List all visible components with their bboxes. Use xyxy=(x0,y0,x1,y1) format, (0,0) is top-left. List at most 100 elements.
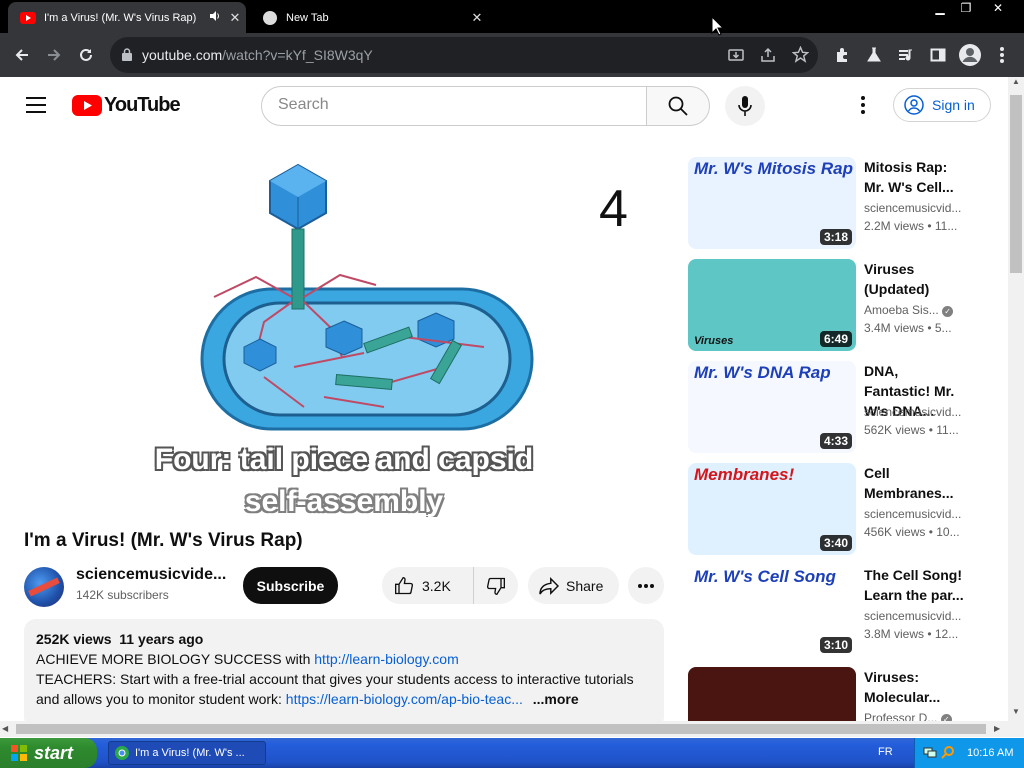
video-player[interactable]: 4 Four: tail piece and capsid self-assem… xyxy=(24,157,664,517)
upload-age: 11 years ago xyxy=(119,631,204,647)
recommendation-item[interactable]: Mr. W's Cell Song 3:10 The Cell Song! Le… xyxy=(688,565,988,657)
channel-avatar[interactable] xyxy=(24,567,64,607)
recommendation-channel[interactable]: sciencemusicvid... xyxy=(864,201,964,215)
description-box[interactable]: 252K views 11 years ago ACHIEVE MORE BIO… xyxy=(24,619,664,721)
thumbnail-text: Mr. W's Cell Song xyxy=(694,567,836,586)
horizontal-scrollbar[interactable]: ◀ ▶ xyxy=(0,721,1024,737)
mouse-cursor-icon xyxy=(711,16,723,36)
restore-icon[interactable]: ❐ xyxy=(952,0,980,18)
url-host: youtube.com xyxy=(142,47,223,63)
recommendation-channel[interactable]: sciencemusicvid... xyxy=(864,507,964,521)
video-duration: 4:33 xyxy=(819,433,852,449)
channel-name: sciencemusicvid... xyxy=(864,405,962,419)
recommendation-thumbnail[interactable]: Mr. W's DNA Rap 4:33 xyxy=(688,361,856,453)
recommendation-item[interactable]: Viruses 6:49 Viruses (Updated) Amoeba Si… xyxy=(688,259,988,351)
extensions-icon[interactable] xyxy=(830,43,854,67)
chrome-icon xyxy=(115,746,129,760)
system-tray: 10:16 AM xyxy=(914,738,1024,768)
address-bar[interactable]: youtube.com/watch?v=kYf_SI8W3qY xyxy=(110,37,818,73)
channel-name: Amoeba Sis... xyxy=(864,303,939,317)
description-link[interactable]: http://learn-biology.com xyxy=(314,651,458,667)
lab-flask-icon[interactable] xyxy=(862,43,886,67)
recommendation-channel[interactable]: Professor D... ✓ xyxy=(864,711,964,721)
recommendation-title[interactable]: Viruses: Molecular... xyxy=(864,667,964,707)
thumbs-down-icon xyxy=(486,577,505,595)
like-button[interactable]: 3.2K xyxy=(382,567,474,604)
network-icon[interactable] xyxy=(923,745,937,762)
more-actions-button[interactable] xyxy=(628,567,664,604)
speaker-icon[interactable] xyxy=(206,10,224,25)
hamburger-menu-icon[interactable] xyxy=(26,97,46,118)
recommendation-item[interactable]: Mr. W's DNA Rap 4:33 DNA, Fantastic! Mr.… xyxy=(688,361,988,453)
search-input[interactable]: Search xyxy=(261,86,647,126)
description-line-3: and allows you to monitor student work: … xyxy=(36,689,652,709)
video-duration: 3:10 xyxy=(819,637,852,653)
scroll-left-icon[interactable]: ◀ xyxy=(2,721,8,737)
settings-more-icon[interactable] xyxy=(861,96,865,119)
recommendation-channel[interactable]: Amoeba Sis... ✓ xyxy=(864,303,964,317)
taskbar-item-browser[interactable]: I'm a Virus! (Mr. W's ... xyxy=(108,741,266,765)
close-window-icon[interactable]: ✕ xyxy=(984,0,1012,18)
horizontal-scroll-thumb[interactable] xyxy=(16,724,986,734)
description-text: ACHIEVE MORE BIOLOGY SUCCESS with xyxy=(36,651,315,667)
subscribe-button[interactable]: Subscribe xyxy=(243,567,338,604)
vertical-scrollbar[interactable]: ▲ ▼ xyxy=(1008,77,1024,721)
recommendation-title[interactable]: Viruses (Updated) xyxy=(864,259,964,299)
recommendation-title[interactable]: The Cell Song! Learn the par... xyxy=(864,565,964,605)
browser-tab-strip: I'm a Virus! (Mr. W's Virus Rap) ✕ New T… xyxy=(0,0,1024,33)
recommendation-thumbnail[interactable] xyxy=(688,667,856,721)
video-duration: 3:18 xyxy=(819,229,852,245)
scroll-right-icon[interactable]: ▶ xyxy=(994,721,1000,737)
search-button[interactable] xyxy=(646,86,710,126)
voice-search-button[interactable] xyxy=(725,86,765,126)
video-title: I'm a Virus! (Mr. W's Virus Rap) xyxy=(24,530,303,551)
description-link[interactable]: https://learn-biology.com/ap-bio-teac... xyxy=(286,691,523,707)
tab-active[interactable]: I'm a Virus! (Mr. W's Virus Rap) ✕ xyxy=(8,2,246,33)
tab-new-tab[interactable]: New Tab ✕ xyxy=(250,2,488,33)
thumbnail-text: Mr. W's Mitosis Rap xyxy=(694,159,853,178)
close-tab-icon[interactable]: ✕ xyxy=(224,10,246,26)
recommendation-thumbnail[interactable]: Mr. W's Cell Song 3:10 xyxy=(688,565,856,657)
search-tray-icon[interactable] xyxy=(941,745,955,762)
scroll-up-icon[interactable]: ▲ xyxy=(1008,77,1024,91)
vertical-scroll-thumb[interactable] xyxy=(1010,95,1022,273)
close-tab-icon[interactable]: ✕ xyxy=(466,10,488,26)
caption-line-1: Four: tail piece and capsid xyxy=(154,443,534,476)
recommendation-item[interactable]: Viruses: Molecular... Professor D... ✓ xyxy=(688,667,988,721)
profile-avatar-icon[interactable] xyxy=(958,43,982,67)
view-count: 252K views xyxy=(36,631,112,647)
reload-icon[interactable] xyxy=(74,43,98,67)
install-icon[interactable] xyxy=(728,47,744,68)
recommendation-channel[interactable]: sciencemusicvid... xyxy=(864,405,964,419)
side-panel-icon[interactable] xyxy=(926,43,950,67)
language-indicator[interactable]: FR xyxy=(878,746,893,758)
bookmark-star-icon[interactable] xyxy=(791,45,810,68)
minimize-icon[interactable]: ▁ xyxy=(926,0,954,18)
start-button[interactable]: start xyxy=(0,738,97,768)
back-icon[interactable] xyxy=(10,43,34,67)
recommendation-thumbnail[interactable]: Viruses 6:49 xyxy=(688,259,856,351)
scroll-down-icon[interactable]: ▼ xyxy=(1008,707,1024,721)
channel-name[interactable]: sciencemusicvide... xyxy=(76,566,226,584)
recommendation-channel[interactable]: sciencemusicvid... xyxy=(864,609,964,623)
browser-toolbar: youtube.com/watch?v=kYf_SI8W3qY xyxy=(0,33,1024,77)
browser-menu-icon[interactable] xyxy=(990,43,1014,67)
description-line-2: TEACHERS: Start with a free-trial accoun… xyxy=(36,671,634,687)
media-queue-icon[interactable] xyxy=(894,43,918,67)
youtube-logo[interactable]: YouTube xyxy=(72,94,181,117)
share-button[interactable]: Share xyxy=(528,567,619,604)
show-more-link[interactable]: ...more xyxy=(533,691,579,707)
recommendation-title[interactable]: Cell Membranes... xyxy=(864,463,964,503)
forward-icon[interactable] xyxy=(42,43,66,67)
sign-in-button[interactable]: Sign in xyxy=(893,88,991,122)
recommendation-thumbnail[interactable]: Membranes! 3:40 xyxy=(688,463,856,555)
youtube-logo-text: YouTube xyxy=(104,94,181,116)
recommendation-title[interactable]: Mitosis Rap: Mr. W's Cell... xyxy=(864,157,964,197)
dislike-button[interactable] xyxy=(474,576,518,596)
recommendation-item[interactable]: Mr. W's Mitosis Rap 3:18 Mitosis Rap: Mr… xyxy=(688,157,988,249)
lock-icon[interactable] xyxy=(122,48,132,66)
share-page-icon[interactable] xyxy=(760,47,776,68)
recommendation-thumbnail[interactable]: Mr. W's Mitosis Rap 3:18 xyxy=(688,157,856,249)
thumbnail-text: Membranes! xyxy=(694,465,795,484)
recommendation-item[interactable]: Membranes! 3:40 Cell Membranes... scienc… xyxy=(688,463,988,555)
